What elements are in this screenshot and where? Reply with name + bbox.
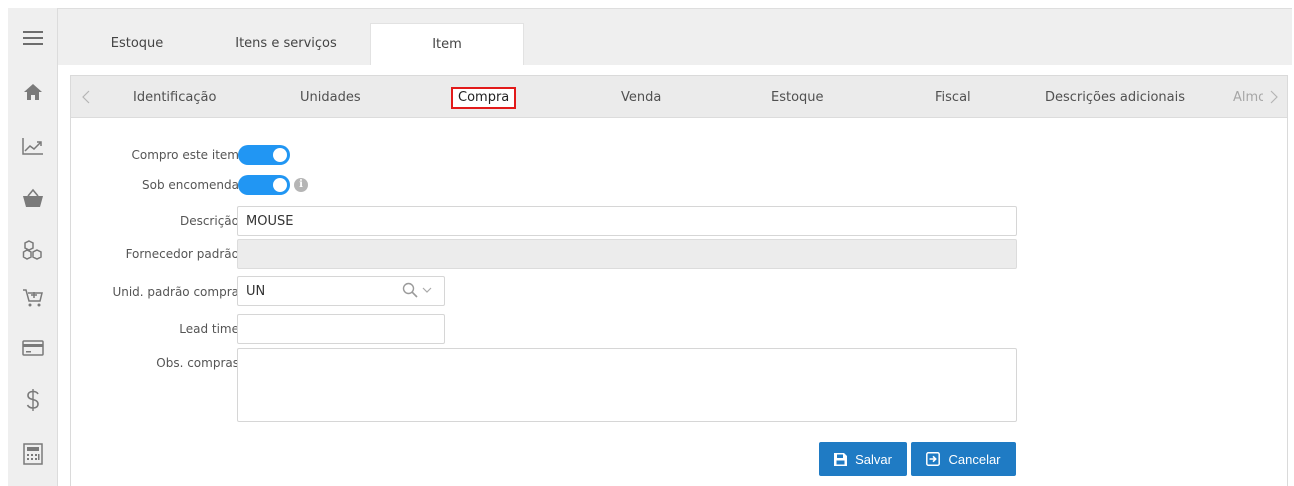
compro-toggle[interactable] — [238, 145, 290, 165]
chevron-down-icon[interactable] — [422, 286, 432, 294]
fornecedor-input — [237, 239, 1017, 269]
encomenda-toggle[interactable] — [238, 175, 290, 195]
dollar-icon[interactable] — [8, 380, 58, 420]
cancel-label: Cancelar — [948, 451, 1001, 467]
chevron-right-icon[interactable] — [1261, 76, 1287, 118]
obs-compras-label: Obs. compras — [156, 356, 239, 370]
floppy-icon — [834, 452, 848, 466]
cart-icon[interactable] — [8, 278, 58, 318]
descricao-input[interactable] — [237, 206, 1017, 236]
main-frame: Estoque Itens e serviços Item Identifica… — [58, 8, 1292, 486]
subtab-venda[interactable]: Venda — [621, 87, 661, 109]
lead-time-label: Lead time — [179, 322, 239, 336]
subtab-almo[interactable]: Almo — [1233, 87, 1263, 109]
boxes-icon[interactable] — [8, 230, 58, 270]
card-icon[interactable] — [8, 328, 58, 368]
top-tab-bar: Estoque Itens e serviços Item — [58, 9, 1292, 65]
toggle-knob — [273, 178, 287, 192]
unid-label: Unid. padrão compra — [112, 285, 239, 299]
tab-estoque[interactable]: Estoque — [82, 23, 192, 65]
menu-icon[interactable] — [8, 18, 58, 58]
lead-time-input[interactable] — [237, 314, 445, 344]
subtab-compra[interactable]: Compra — [451, 87, 517, 109]
tab-itens-servicos[interactable]: Itens e serviços — [206, 23, 366, 65]
sub-tab-bar: Identificação Unidades Compra Venda Esto… — [71, 76, 1287, 118]
descricao-label: Descrição — [179, 214, 239, 228]
unid-lookup[interactable] — [402, 282, 432, 298]
chevron-left-icon[interactable] — [73, 76, 99, 118]
save-button[interactable]: Salvar — [819, 442, 907, 476]
info-icon[interactable]: i — [294, 178, 308, 192]
chart-icon[interactable] — [8, 126, 58, 166]
sidebar — [8, 8, 58, 486]
toggle-knob — [273, 148, 287, 162]
save-label: Salvar — [855, 451, 892, 467]
calculator-icon[interactable] — [8, 434, 58, 474]
encomenda-label: Sob encomenda — [142, 178, 239, 192]
subtab-estoque[interactable]: Estoque — [771, 87, 824, 109]
subtab-fiscal[interactable]: Fiscal — [935, 87, 971, 109]
obs-compras-textarea[interactable] — [237, 348, 1017, 422]
subtab-unidades[interactable]: Unidades — [300, 87, 361, 109]
item-panel: Identificação Unidades Compra Venda Esto… — [70, 75, 1288, 486]
subtab-descricoes-adicionais[interactable]: Descrições adicionais — [1045, 87, 1185, 109]
tab-item[interactable]: Item — [370, 23, 524, 65]
sign-out-icon — [926, 452, 941, 466]
basket-icon[interactable] — [8, 178, 58, 218]
fornecedor-label: Fornecedor padrão — [125, 247, 239, 261]
cancel-button[interactable]: Cancelar — [911, 442, 1016, 476]
home-icon[interactable] — [8, 72, 58, 112]
compro-label: Compro este item — [131, 148, 239, 162]
search-icon[interactable] — [402, 282, 418, 298]
subtab-identificacao[interactable]: Identificação — [133, 87, 216, 109]
